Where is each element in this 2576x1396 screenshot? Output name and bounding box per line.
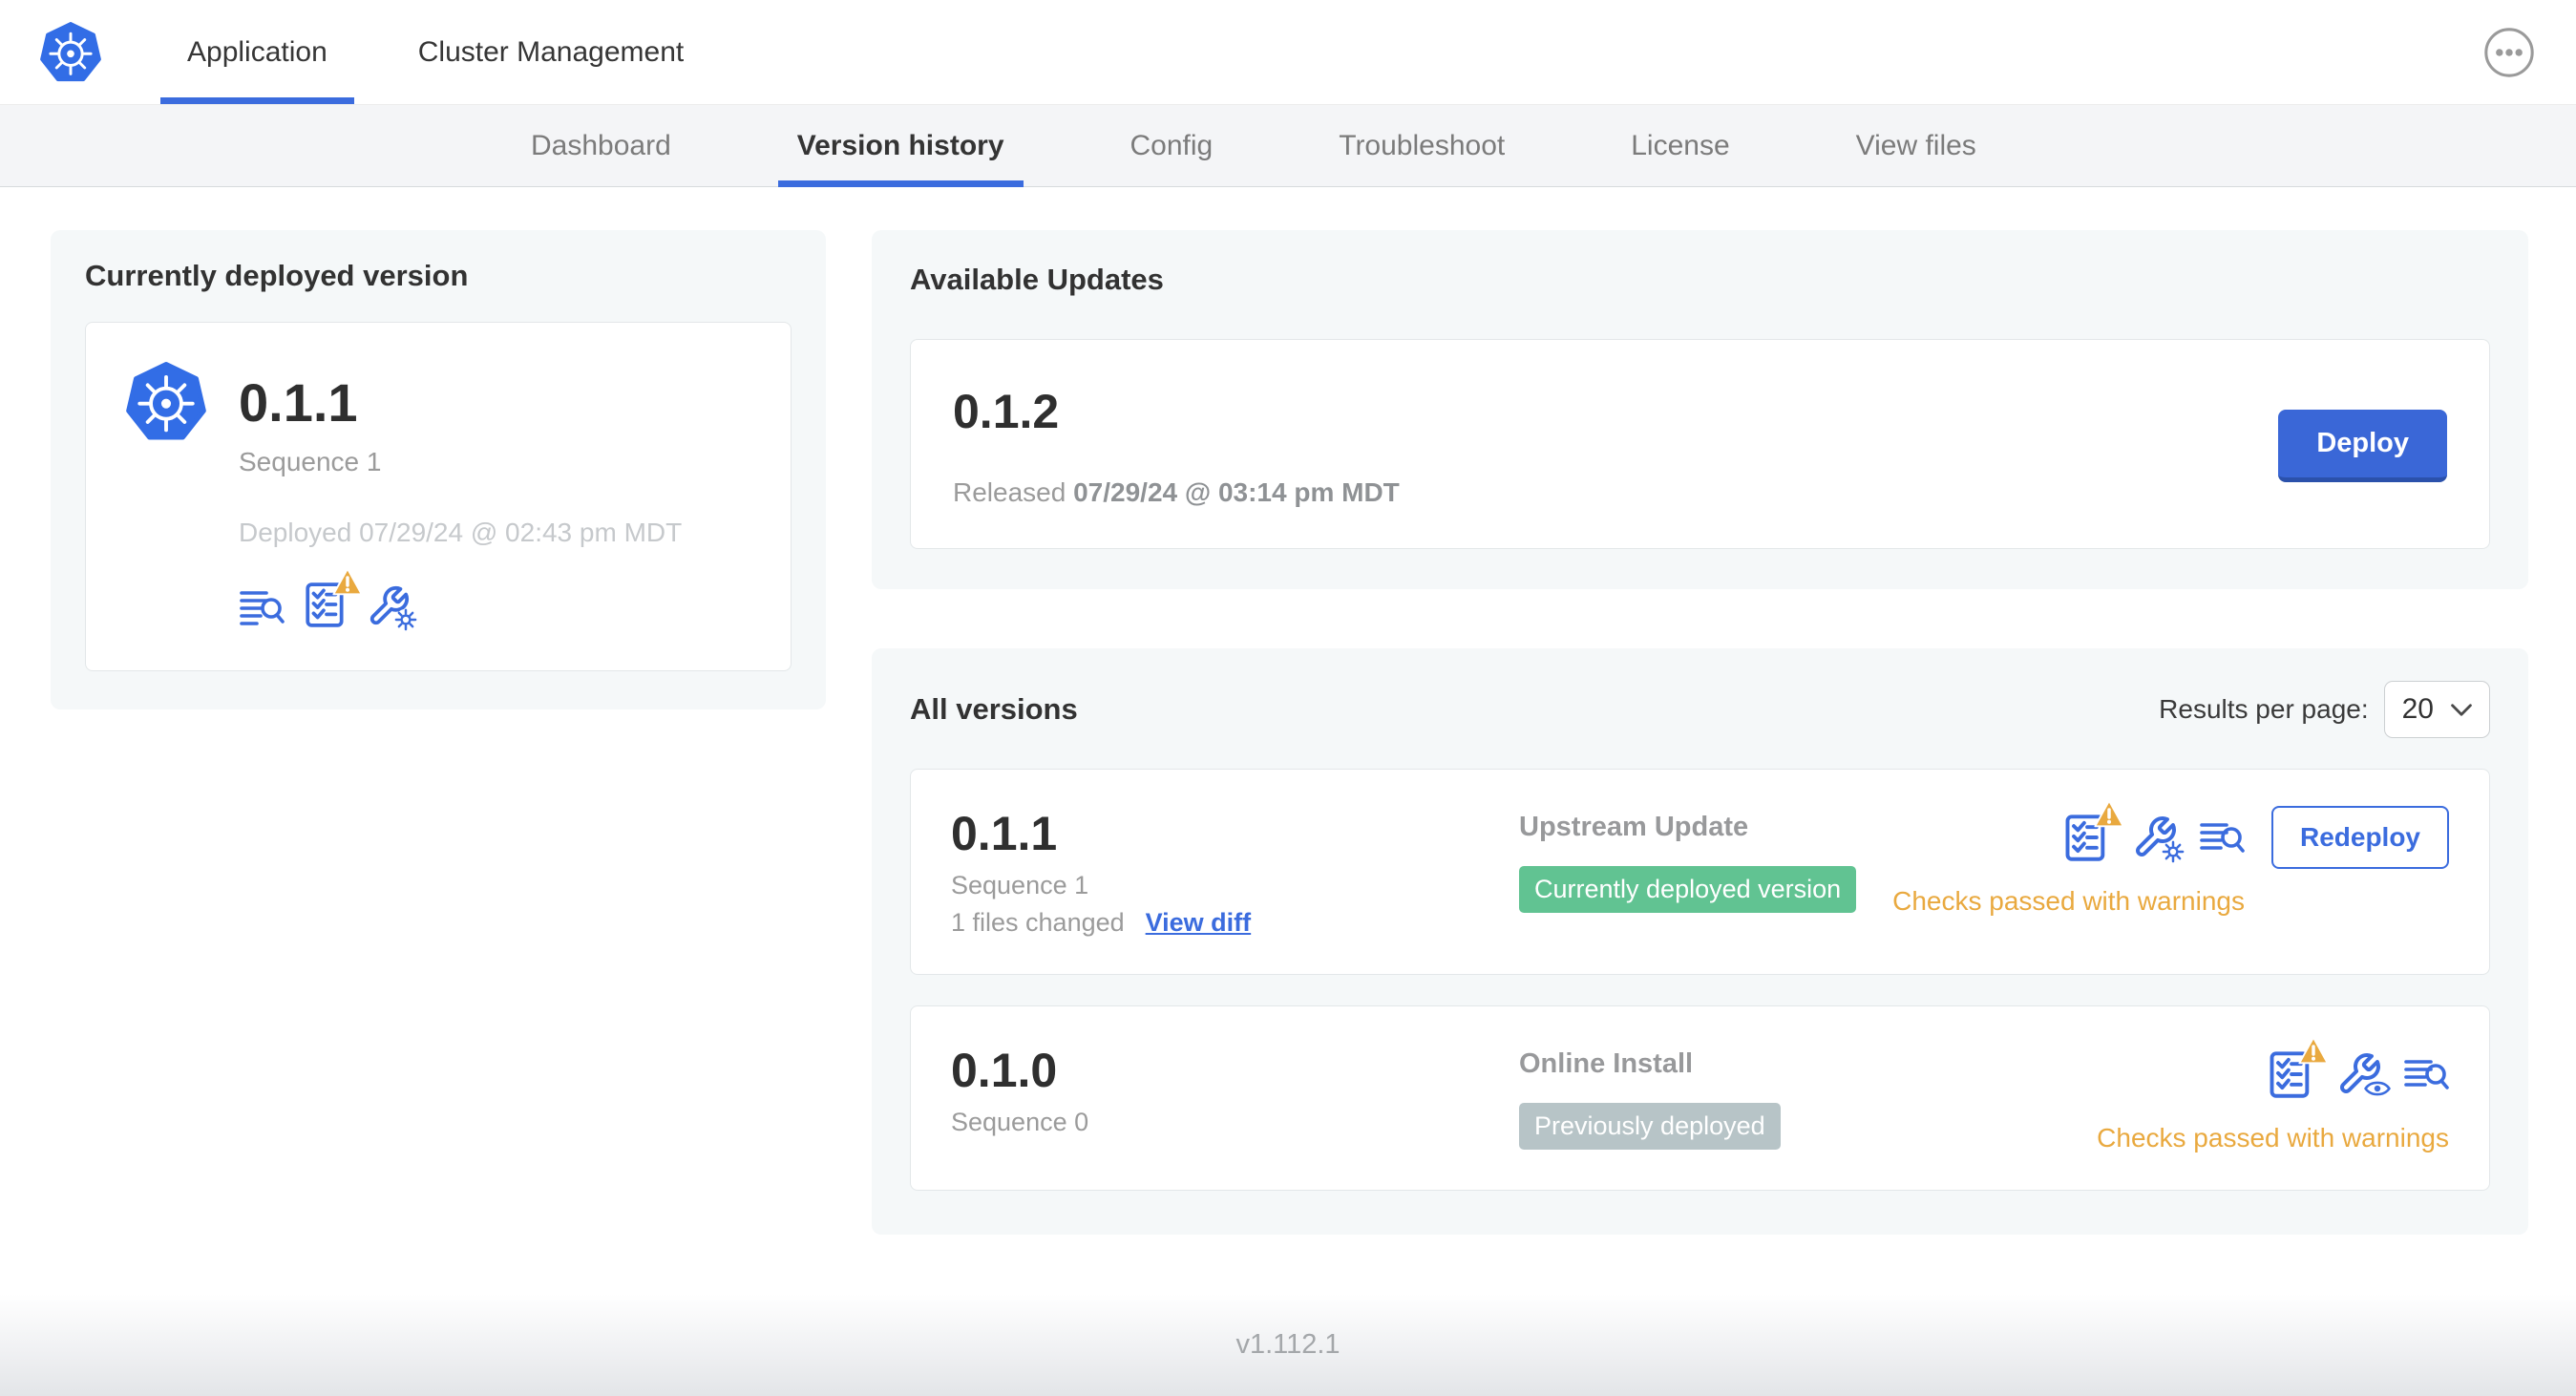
subnav-view-files-label: View files (1855, 129, 1976, 161)
version-info: 0.1.0 Sequence 0 (951, 1043, 1519, 1137)
warning-triangle-icon (332, 567, 363, 596)
results-per-page-value: 20 (2401, 693, 2434, 725)
preflight-checks-warning-icon[interactable] (2266, 1036, 2329, 1099)
results-per-page-label: Results per page: (2159, 694, 2369, 724)
tab-application[interactable]: Application (160, 0, 354, 104)
view-logs-icon[interactable] (2199, 814, 2245, 860)
kubernetes-app-icon (126, 361, 206, 443)
results-per-page-select[interactable]: 20 (2383, 681, 2490, 738)
subnav-troubleshoot-label: Troubleshoot (1339, 129, 1506, 161)
admin-console-version: v1.112.1 (1235, 1329, 1341, 1360)
row-sequence: Sequence 0 (951, 1108, 1089, 1136)
gear-icon (2162, 840, 2185, 863)
warning-triangle-icon (2094, 799, 2124, 828)
deployed-status-badge: Previously deployed (1519, 1103, 1781, 1150)
view-diff-link[interactable]: View diff (1146, 908, 1252, 938)
view-logs-icon[interactable] (239, 582, 285, 628)
subnav-config[interactable]: Config (1130, 105, 1214, 186)
results-per-page: Results per page: 20 (2159, 681, 2490, 738)
released-date: 07/29/24 @ 03:14 pm MDT (1073, 477, 1400, 507)
subnav-view-files[interactable]: View files (1856, 105, 1976, 186)
deployed-timestamp: Deployed 07/29/24 @ 02:43 pm MDT (239, 518, 683, 547)
top-nav: Application Cluster Management (0, 0, 2576, 105)
all-versions-panel: All versions Results per page: 20 0.1.1 … (872, 648, 2528, 1235)
main-content: Currently deployed version 0.1.1 Sequenc… (0, 187, 2576, 1235)
currently-deployed-panel: Currently deployed version 0.1.1 Sequenc… (51, 230, 826, 709)
source-label: Online Install (1519, 1048, 1694, 1079)
tab-cluster-management[interactable]: Cluster Management (418, 0, 684, 104)
version-source: Online Install Previously deployed (1519, 1043, 2097, 1150)
ellipsis-menu-icon[interactable] (2482, 26, 2536, 79)
deployed-status-badge: Currently deployed version (1519, 866, 1857, 913)
gear-icon (394, 608, 417, 631)
preflight-checks-warning-icon[interactable] (2061, 799, 2124, 862)
row-sequence: Sequence 1 (951, 871, 1089, 899)
available-updates-title: Available Updates (910, 263, 1164, 296)
subnav-version-history[interactable]: Version history (777, 105, 1024, 187)
subnav-dashboard[interactable]: Dashboard (531, 105, 671, 186)
update-version-number: 0.1.2 (953, 385, 1060, 438)
eye-icon (2364, 1081, 2391, 1096)
version-row-0-1-1: 0.1.1 Sequence 1 1 files changed View di… (910, 769, 2490, 975)
available-updates-panel: Available Updates 0.1.2 Released 07/29/2… (872, 230, 2528, 589)
subnav-version-history-label: Version history (796, 129, 1004, 161)
available-update-card: 0.1.2 Released 07/29/24 @ 03:14 pm MDT D… (910, 339, 2490, 549)
edit-config-icon[interactable] (2132, 814, 2185, 863)
version-row-0-1-0: 0.1.0 Sequence 0 Online Install Previous… (910, 1005, 2490, 1191)
deploy-button[interactable]: Deploy (2278, 410, 2447, 482)
all-versions-title: All versions (910, 692, 1078, 726)
right-column: Available Updates 0.1.2 Released 07/29/2… (872, 230, 2528, 1235)
preflight-checks-warning-icon[interactable] (302, 567, 363, 628)
app-screen: Application Cluster Management Dashboard… (0, 0, 2576, 1396)
version-actions: Checks passed with warnings (2097, 1036, 2449, 1153)
view-logs-icon[interactable] (2403, 1051, 2449, 1097)
released-label: Released (953, 477, 1066, 507)
view-config-icon[interactable] (2336, 1051, 2391, 1097)
row-version-number: 0.1.1 (951, 807, 1058, 860)
version-source: Upstream Update Currently deployed versi… (1519, 806, 1892, 913)
version-actions: Checks passed with warnings Redeploy (1892, 799, 2449, 917)
preflight-status-text: Checks passed with warnings (2097, 1123, 2449, 1153)
footer: v1.112.1 (0, 1294, 2576, 1396)
chevron-down-icon (2451, 703, 2472, 716)
subnav-license[interactable]: License (1631, 105, 1729, 186)
warning-triangle-icon (2298, 1036, 2329, 1065)
deployed-sequence: Sequence 1 (239, 447, 382, 476)
tab-application-label: Application (187, 35, 327, 68)
deployed-version-number: 0.1.1 (239, 371, 358, 433)
subnav-troubleshoot[interactable]: Troubleshoot (1339, 105, 1505, 186)
currently-deployed-card: 0.1.1 Sequence 1 Deployed 07/29/24 @ 02:… (85, 322, 792, 671)
tab-cluster-management-label: Cluster Management (417, 35, 685, 68)
edit-config-icon[interactable] (367, 584, 417, 631)
kubernetes-logo-icon (40, 21, 101, 83)
app-sub-nav: Dashboard Version history Config Trouble… (0, 105, 2576, 187)
top-nav-tabs: Application Cluster Management (160, 0, 684, 104)
preflight-status-text: Checks passed with warnings (1892, 886, 2245, 916)
files-changed-label: 1 files changed (951, 908, 1125, 937)
update-released-timestamp: Released 07/29/24 @ 03:14 pm MDT (953, 477, 1400, 508)
deployed-version-actions (239, 567, 750, 631)
row-version-number: 0.1.0 (951, 1044, 1058, 1097)
version-info: 0.1.1 Sequence 1 1 files changed View di… (951, 806, 1519, 938)
subnav-dashboard-label: Dashboard (531, 129, 671, 161)
subnav-config-label: Config (1130, 129, 1214, 161)
source-label: Upstream Update (1519, 812, 1749, 842)
subnav-license-label: License (1631, 129, 1730, 161)
currently-deployed-title: Currently deployed version (85, 259, 469, 292)
redeploy-button[interactable]: Redeploy (2270, 806, 2449, 869)
